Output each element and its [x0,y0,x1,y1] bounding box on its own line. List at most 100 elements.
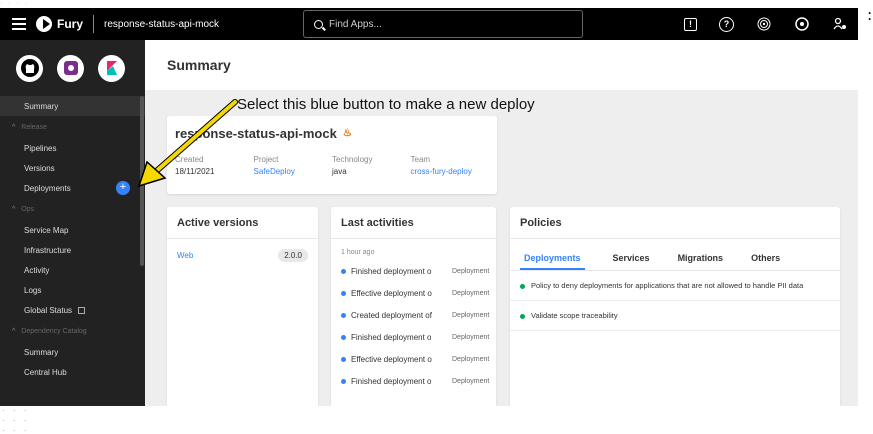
sidebar-item-infrastructure[interactable]: Infrastructure [0,240,145,260]
activity-row[interactable]: Effective deployment o Deployment [331,348,496,370]
sidebar-item-label: Global Status [24,305,73,315]
chevron-up-icon: ^ [12,327,16,335]
tab-others[interactable]: Others [751,249,780,270]
activity-type: Deployment [452,377,490,385]
meta-label: Technology [332,155,373,164]
sidebar-item-dep-summary[interactable]: Summary [0,342,145,362]
help-icon[interactable]: ? [719,16,734,32]
bullet-icon [341,378,346,384]
new-deploy-button[interactable]: + [116,181,130,195]
sidebar-item-pipelines[interactable]: Pipelines [0,138,145,158]
meta-label: Project [253,155,279,164]
sidebar-section-dependency-catalog[interactable]: ^ Dependency Catalog [0,320,145,342]
hamburger-menu-icon[interactable] [12,18,26,30]
policies-card: Policies Deployments Services Migrations… [510,207,840,406]
sidebar-item-summary[interactable]: Summary [0,96,145,116]
decorative-dots: · · · · · · · · · [2,406,30,434]
activity-row[interactable]: Finished deployment o Deployment [331,326,496,348]
policy-text: Validate scope traceability [531,311,618,320]
fury-logo-icon [36,16,52,32]
tab-deployments[interactable]: Deployments [520,249,585,270]
version-row[interactable]: Web 2.0.0 [167,239,318,272]
activity-type: Deployment [452,355,490,363]
activity-type: Deployment [452,289,490,297]
activity-type: Deployment [452,333,490,341]
sidebar-item-logs[interactable]: Logs [0,280,145,300]
app-icon[interactable] [57,54,84,82]
search-box[interactable] [303,10,583,38]
page-title: Summary [167,57,231,73]
tab-migrations[interactable]: Migrations [678,249,724,270]
activity-row[interactable]: Created deployment of Deployment [331,304,496,326]
section-label: Release [21,123,47,131]
version-badge: 2.0.0 [278,249,308,262]
bullet-icon [341,312,346,318]
user-settings-icon[interactable] [832,16,848,32]
top-navbar: Fury response-status-api-mock ! ? [0,8,858,40]
sidebar-apps [0,40,145,96]
sidebar-section-release[interactable]: ^ Release [0,116,145,138]
activity-row[interactable]: Effective deployment o Deployment [331,282,496,304]
policy-row: Validate scope traceability [510,301,840,331]
sidebar-item-deployments[interactable]: Deployments + [0,178,145,198]
fingerprint-icon[interactable] [756,16,772,32]
meta-label: Team [410,155,431,164]
feedback-icon[interactable]: ! [684,17,697,31]
activity-text: Effective deployment o [351,354,432,364]
sidebar-item-versions[interactable]: Versions [0,158,145,178]
bullet-icon [341,356,346,362]
github-icon[interactable] [16,54,43,82]
activity-row[interactable]: Finished deployment o Deployment [331,370,496,392]
project-link[interactable]: SafeDeploy [254,167,333,176]
eye-icon[interactable] [794,16,810,32]
chevron-up-icon: ^ [12,205,16,213]
java-icon: ♨ [342,128,352,139]
status-dot-icon [520,314,525,319]
policy-tabs: Deployments Services Migrations Others [510,239,840,271]
card-title: Policies [510,207,840,239]
activity-row[interactable]: Finished deployment o Deployment [331,260,496,282]
section-label: Ops [21,205,35,213]
meta-value: java [332,167,347,176]
page-header: Summary [145,40,858,90]
fury-logo[interactable]: Fury [36,16,83,32]
last-activities-card: Last activities 1 hour ago Finished depl… [331,207,496,406]
meta-project: Project SafeDeploy [254,155,333,176]
activity-text: Created deployment of [351,310,432,320]
policy-row: Policy to deny deployments for applicati… [510,271,840,301]
sidebar-item-service-map[interactable]: Service Map [0,220,145,240]
search-icon [314,19,323,29]
activity-type: Deployment [452,311,490,319]
card-title: Active versions [167,207,318,239]
activity-time: 1 hour ago [341,249,375,256]
activity-text: Effective deployment o [351,288,432,298]
meta-team: Team cross-fury-deploy [411,155,490,176]
activity-text: Finished deployment o [351,376,432,386]
annotation-text: Select this blue button to make a new de… [237,96,535,113]
tab-services[interactable]: Services [613,249,650,270]
sidebar-item-label: Deployments [24,183,71,193]
sidebar-item-global-status[interactable]: Global Status [0,300,145,320]
bullet-icon [341,334,346,340]
chevron-up-icon: ^ [12,123,16,131]
version-name[interactable]: Web [177,251,193,260]
app-name: Fury [57,17,84,31]
activity-type: Deployment [452,267,490,275]
divider [93,15,95,33]
sidebar: Summary ^ Release Pipelines Versions Depl… [0,40,145,406]
section-label: Dependency Catalog [21,327,87,335]
kibana-icon[interactable] [98,54,125,82]
external-link-icon [78,306,86,314]
team-link[interactable]: cross-fury-deploy [411,167,490,176]
active-versions-card: Active versions Web 2.0.0 [167,207,318,406]
sidebar-item-activity[interactable]: Activity [0,260,145,280]
status-dot-icon [520,284,525,289]
bullet-icon [341,268,346,274]
sidebar-item-central-hub[interactable]: Central Hub [0,362,145,382]
card-title: Last activities [331,207,496,239]
annotation-arrow-icon [137,99,238,188]
meta-technology: Technology java [332,155,411,176]
sidebar-section-ops[interactable]: ^ Ops [0,198,145,220]
project-name[interactable]: response-status-api-mock [104,19,219,30]
search-input[interactable] [329,18,569,30]
